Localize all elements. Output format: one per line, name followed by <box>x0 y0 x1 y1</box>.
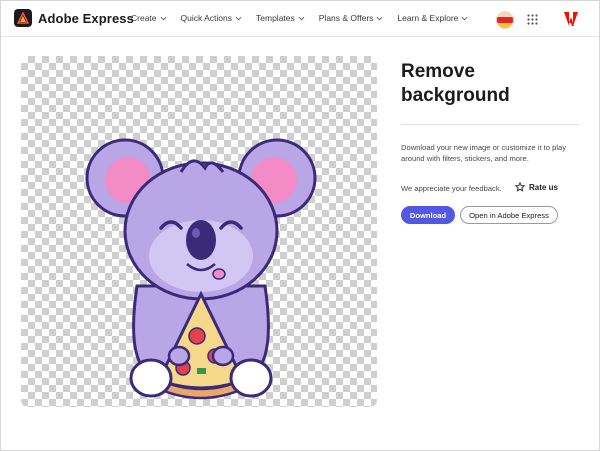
koala-with-pizza-sticker <box>85 138 317 400</box>
divider <box>401 124 579 125</box>
chevron-down-icon <box>461 16 468 20</box>
rate-us-label: Rate us <box>529 182 558 192</box>
nav-quick-actions[interactable]: Quick Actions <box>181 13 243 23</box>
nav-create[interactable]: Create <box>131 13 167 23</box>
chevron-down-icon <box>298 16 305 20</box>
rate-us-button[interactable]: Rate us <box>515 182 558 192</box>
nav-quick-actions-label: Quick Actions <box>180 13 233 23</box>
nav-templates[interactable]: Templates <box>256 13 305 23</box>
brand-name[interactable]: Adobe Express <box>38 11 134 26</box>
star-icon <box>515 182 525 192</box>
chevron-down-icon <box>376 16 383 20</box>
nav-plans-offers[interactable]: Plans & Offers <box>319 13 384 23</box>
nav-create-label: Create <box>131 13 157 23</box>
nav-learn-explore-label: Learn & Explore <box>397 13 459 23</box>
main-nav: Create Quick Actions Templates Plans & O… <box>131 13 482 23</box>
nav-learn-explore[interactable]: Learn & Explore <box>397 13 468 23</box>
feedback-text: We appreciate your feedback. <box>401 184 502 193</box>
open-in-adobe-express-button[interactable]: Open in Adobe Express <box>460 206 558 224</box>
apps-grid-icon[interactable] <box>527 14 538 25</box>
chevron-down-icon <box>160 16 166 20</box>
image-preview-panel <box>21 56 377 407</box>
nav-plans-offers-label: Plans & Offers <box>318 13 374 23</box>
nav-templates-label: Templates <box>256 13 295 23</box>
user-avatar[interactable] <box>496 11 514 29</box>
adobe-express-logo-icon[interactable] <box>14 9 32 27</box>
adobe-logo-icon[interactable] <box>564 12 578 26</box>
chevron-down-icon <box>235 16 242 20</box>
top-header: Adobe Express Create Quick Actions Templ… <box>1 1 599 37</box>
description-text: Download your new image or customize it … <box>401 143 567 163</box>
page-title: Remove background <box>401 61 510 106</box>
download-button[interactable]: Download <box>401 206 455 224</box>
